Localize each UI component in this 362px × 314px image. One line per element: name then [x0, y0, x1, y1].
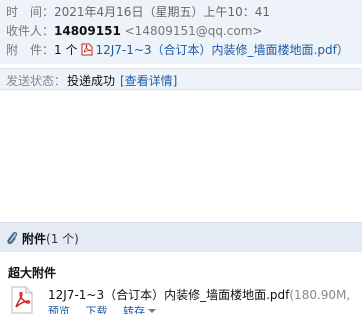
attachments-header: 附件(1 个)	[0, 222, 362, 252]
file-name-text[interactable]: 12J7-1~3（合订本）内装修_墙面楼地面.pdf	[48, 288, 289, 302]
attachments-title-text: 附件	[22, 232, 47, 246]
attachment-actions: 预览 下载 转存	[48, 303, 168, 314]
recipient-label: 收件人：	[6, 24, 55, 38]
recipient-row: 收件人：14809151 <14809151@qq.com>	[6, 23, 263, 39]
attachment-file-name: 12J7-1~3（合订本）内装修_墙面楼地面.pdf(180.90M,	[48, 286, 350, 303]
time-label: 时 间：	[6, 5, 55, 19]
view-details-link[interactable]: [查看详情]	[120, 72, 177, 89]
download-link[interactable]: 下载	[86, 305, 108, 314]
attachment-row: 附 件：1 个 12J7-1~3（合订本）内装修_墙面楼地面.pdf）	[6, 42, 349, 58]
time-row: 时 间：2021年4月16日（星期五）上午10：41	[6, 4, 270, 20]
send-status-bar: 发送状态： 投递成功 [查看详情]	[0, 68, 362, 90]
preview-link[interactable]: 预览	[48, 305, 70, 314]
attachment-label: 附 件：	[6, 43, 55, 57]
recipient-name[interactable]: 14809151	[54, 24, 121, 38]
mail-header: 时 间：2021年4月16日（星期五）上午10：41 收件人：14809151 …	[0, 0, 362, 64]
large-attachment-title: 超大附件	[8, 266, 57, 280]
attachment-link[interactable]: 12J7-1~3（合订本）内装修_墙面楼地面.pdf）	[95, 43, 348, 57]
pdf-icon	[81, 43, 93, 56]
attachment-count: 1 个	[54, 43, 78, 57]
send-status-value: 投递成功	[67, 74, 116, 88]
send-status-label: 发送状态：	[6, 74, 67, 88]
save-label: 转存	[123, 305, 145, 314]
attachments-title: 附件(1 个)	[22, 230, 79, 247]
attachments-count: (1 个)	[46, 232, 79, 246]
recipient-address: <14809151@qq.com>	[124, 24, 263, 38]
chevron-down-icon	[148, 309, 156, 313]
paperclip-icon	[7, 231, 18, 245]
file-size: (180.90M,	[289, 288, 351, 302]
time-value: 2021年4月16日（星期五）上午10：41	[54, 5, 270, 19]
save-to-drive-link[interactable]: 转存	[123, 305, 156, 314]
pdf-file-icon	[11, 286, 33, 314]
